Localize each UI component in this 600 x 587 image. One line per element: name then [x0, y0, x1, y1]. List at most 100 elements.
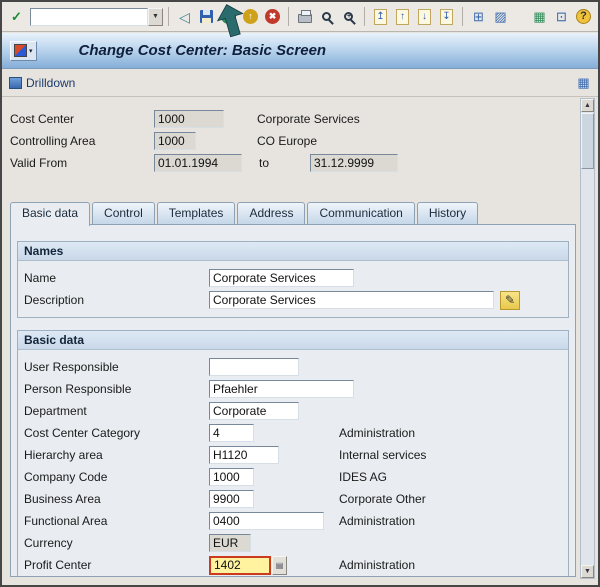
print-button[interactable]	[294, 6, 315, 28]
company-code-desc: IDES AG	[339, 470, 388, 484]
page-title: Change Cost Center: Basic Screen	[78, 42, 327, 59]
tab-templates[interactable]: Templates	[156, 202, 236, 224]
currency-label: Currency	[24, 536, 73, 550]
department-label: Department	[24, 404, 87, 418]
enter-check-icon: ✓	[11, 8, 22, 24]
command-input[interactable]	[30, 7, 148, 26]
cost-center-category-label: Cost Center Category	[24, 426, 141, 440]
back-triangle-button[interactable]: ◁	[174, 6, 195, 28]
new-session-icon: ⊞	[473, 8, 484, 24]
scrollbar-thumb[interactable]	[581, 113, 594, 169]
profit-center-desc: Administration	[339, 558, 416, 572]
system-menu-button[interactable]: ▾	[10, 40, 37, 61]
description-field[interactable]	[209, 291, 494, 309]
cost-center-category-field[interactable]	[209, 424, 254, 442]
cancel-button[interactable]: ✖	[262, 6, 283, 28]
cancel-icon: ✖	[265, 9, 280, 24]
cost-center-label: Cost Center	[10, 112, 75, 126]
basic-data-group-title: Basic data	[18, 331, 568, 350]
basic-data-group-body: User Responsible Person Responsible Depa…	[18, 350, 568, 576]
first-page-button[interactable]: ↥	[370, 6, 391, 28]
scroll-down-button[interactable]: ▼	[581, 565, 594, 578]
cost-center-field[interactable]	[154, 110, 224, 128]
command-dropdown-button[interactable]: ▼	[148, 7, 163, 26]
help-button[interactable]: ?	[573, 6, 594, 28]
description-row: Description ✎	[24, 289, 562, 311]
user-responsible-label: User Responsible	[24, 360, 119, 374]
description-label: Description	[24, 293, 85, 307]
drilldown-icon	[9, 77, 22, 89]
business-area-label: Business Area	[24, 492, 101, 506]
new-window-button[interactable]: ⊡	[551, 6, 572, 28]
tab-control[interactable]: Control	[92, 202, 155, 224]
functional-area-row: Functional Area Administration	[24, 510, 562, 532]
hierarchy-area-field[interactable]	[209, 446, 279, 464]
command-field-wrap: ▼	[30, 7, 163, 26]
profit-center-value-help-button[interactable]: ▤	[272, 555, 287, 575]
cost-center-category-desc: Administration	[339, 426, 416, 440]
tab-communication[interactable]: Communication	[307, 202, 415, 224]
new-window-icon: ⊡	[556, 8, 567, 24]
help-icon: ?	[576, 9, 591, 24]
person-responsible-row: Person Responsible	[24, 378, 562, 400]
create-shortcut-button[interactable]: ▨	[490, 6, 511, 28]
user-responsible-field[interactable]	[209, 358, 299, 376]
tab-address[interactable]: Address	[237, 202, 306, 224]
department-row: Department	[24, 400, 562, 422]
valid-to-field[interactable]	[310, 154, 398, 172]
valid-from-label: Valid From	[10, 156, 68, 170]
name-label: Name	[24, 271, 57, 285]
pencil-icon: ✎	[504, 293, 516, 307]
drilldown-label: Drilldown	[26, 76, 76, 90]
valid-from-field[interactable]	[154, 154, 242, 172]
controlling-area-label: Controlling Area	[10, 134, 96, 148]
header-area: Cost Center Corporate Services Controlli…	[2, 98, 576, 198]
customize-layout-button[interactable]: ▦	[529, 6, 550, 28]
vertical-scrollbar[interactable]: ▲ ▼	[580, 98, 595, 579]
person-responsible-field[interactable]	[209, 380, 354, 398]
layout-config-button[interactable]: ▦	[573, 73, 594, 93]
currency-field[interactable]	[209, 534, 251, 552]
names-group-title: Names	[18, 242, 568, 261]
valid-to-label: to	[259, 156, 270, 170]
find-icon	[322, 12, 331, 21]
controlling-area-row: Controlling Area CO Europe	[2, 130, 576, 152]
cost-center-category-row: Cost Center Category Administration	[24, 422, 562, 444]
tab-history[interactable]: History	[416, 202, 479, 224]
scroll-up-button[interactable]: ▲	[581, 99, 594, 112]
functional-area-field[interactable]	[209, 512, 324, 530]
next-page-icon: ↓	[418, 8, 431, 25]
find-next-button[interactable]: +	[338, 6, 359, 28]
last-page-icon: ↧	[440, 8, 453, 25]
first-page-icon: ↥	[374, 8, 387, 25]
profit-center-field[interactable]	[209, 555, 271, 575]
title-bar: ▾ Change Cost Center: Basic Screen	[2, 33, 598, 69]
department-field[interactable]	[209, 402, 299, 420]
toolbar-right-group: ▦ ⊡ ?	[529, 6, 594, 28]
controlling-area-field[interactable]	[154, 132, 196, 150]
system-toolbar: ✓ ▼ ◁ ← ↑ ✖ + ↥ ↑ ↓ ↧ ⊞ ▨ ▦ ⊡ ?	[2, 2, 598, 32]
user-responsible-row: User Responsible	[24, 356, 562, 378]
application-toolbar: Drilldown ▦	[2, 70, 598, 97]
next-page-button[interactable]: ↓	[414, 6, 435, 28]
previous-page-button[interactable]: ↑	[392, 6, 413, 28]
find-button[interactable]	[316, 6, 337, 28]
currency-row: Currency	[24, 532, 562, 554]
toolbar-separator	[364, 7, 365, 26]
back-triangle-icon: ◁	[179, 8, 190, 25]
drilldown-button[interactable]: Drilldown	[8, 75, 76, 91]
edit-description-button[interactable]: ✎	[500, 290, 520, 310]
name-field[interactable]	[209, 269, 354, 287]
toolbar-separator	[462, 7, 463, 26]
enter-button[interactable]: ✓	[6, 6, 27, 28]
last-page-button[interactable]: ↧	[436, 6, 457, 28]
business-area-field[interactable]	[209, 490, 254, 508]
new-session-button[interactable]: ⊞	[468, 6, 489, 28]
customize-grid-icon: ▦	[533, 8, 546, 24]
tab-basic-data[interactable]: Basic data	[10, 202, 91, 226]
names-group: Names Name Description ✎	[17, 241, 569, 318]
company-code-field[interactable]	[209, 468, 254, 486]
profit-center-row: Profit Center ▤ Administration	[24, 554, 562, 576]
hierarchy-area-label: Hierarchy area	[24, 448, 103, 462]
find-next-plus-icon: +	[347, 13, 352, 20]
